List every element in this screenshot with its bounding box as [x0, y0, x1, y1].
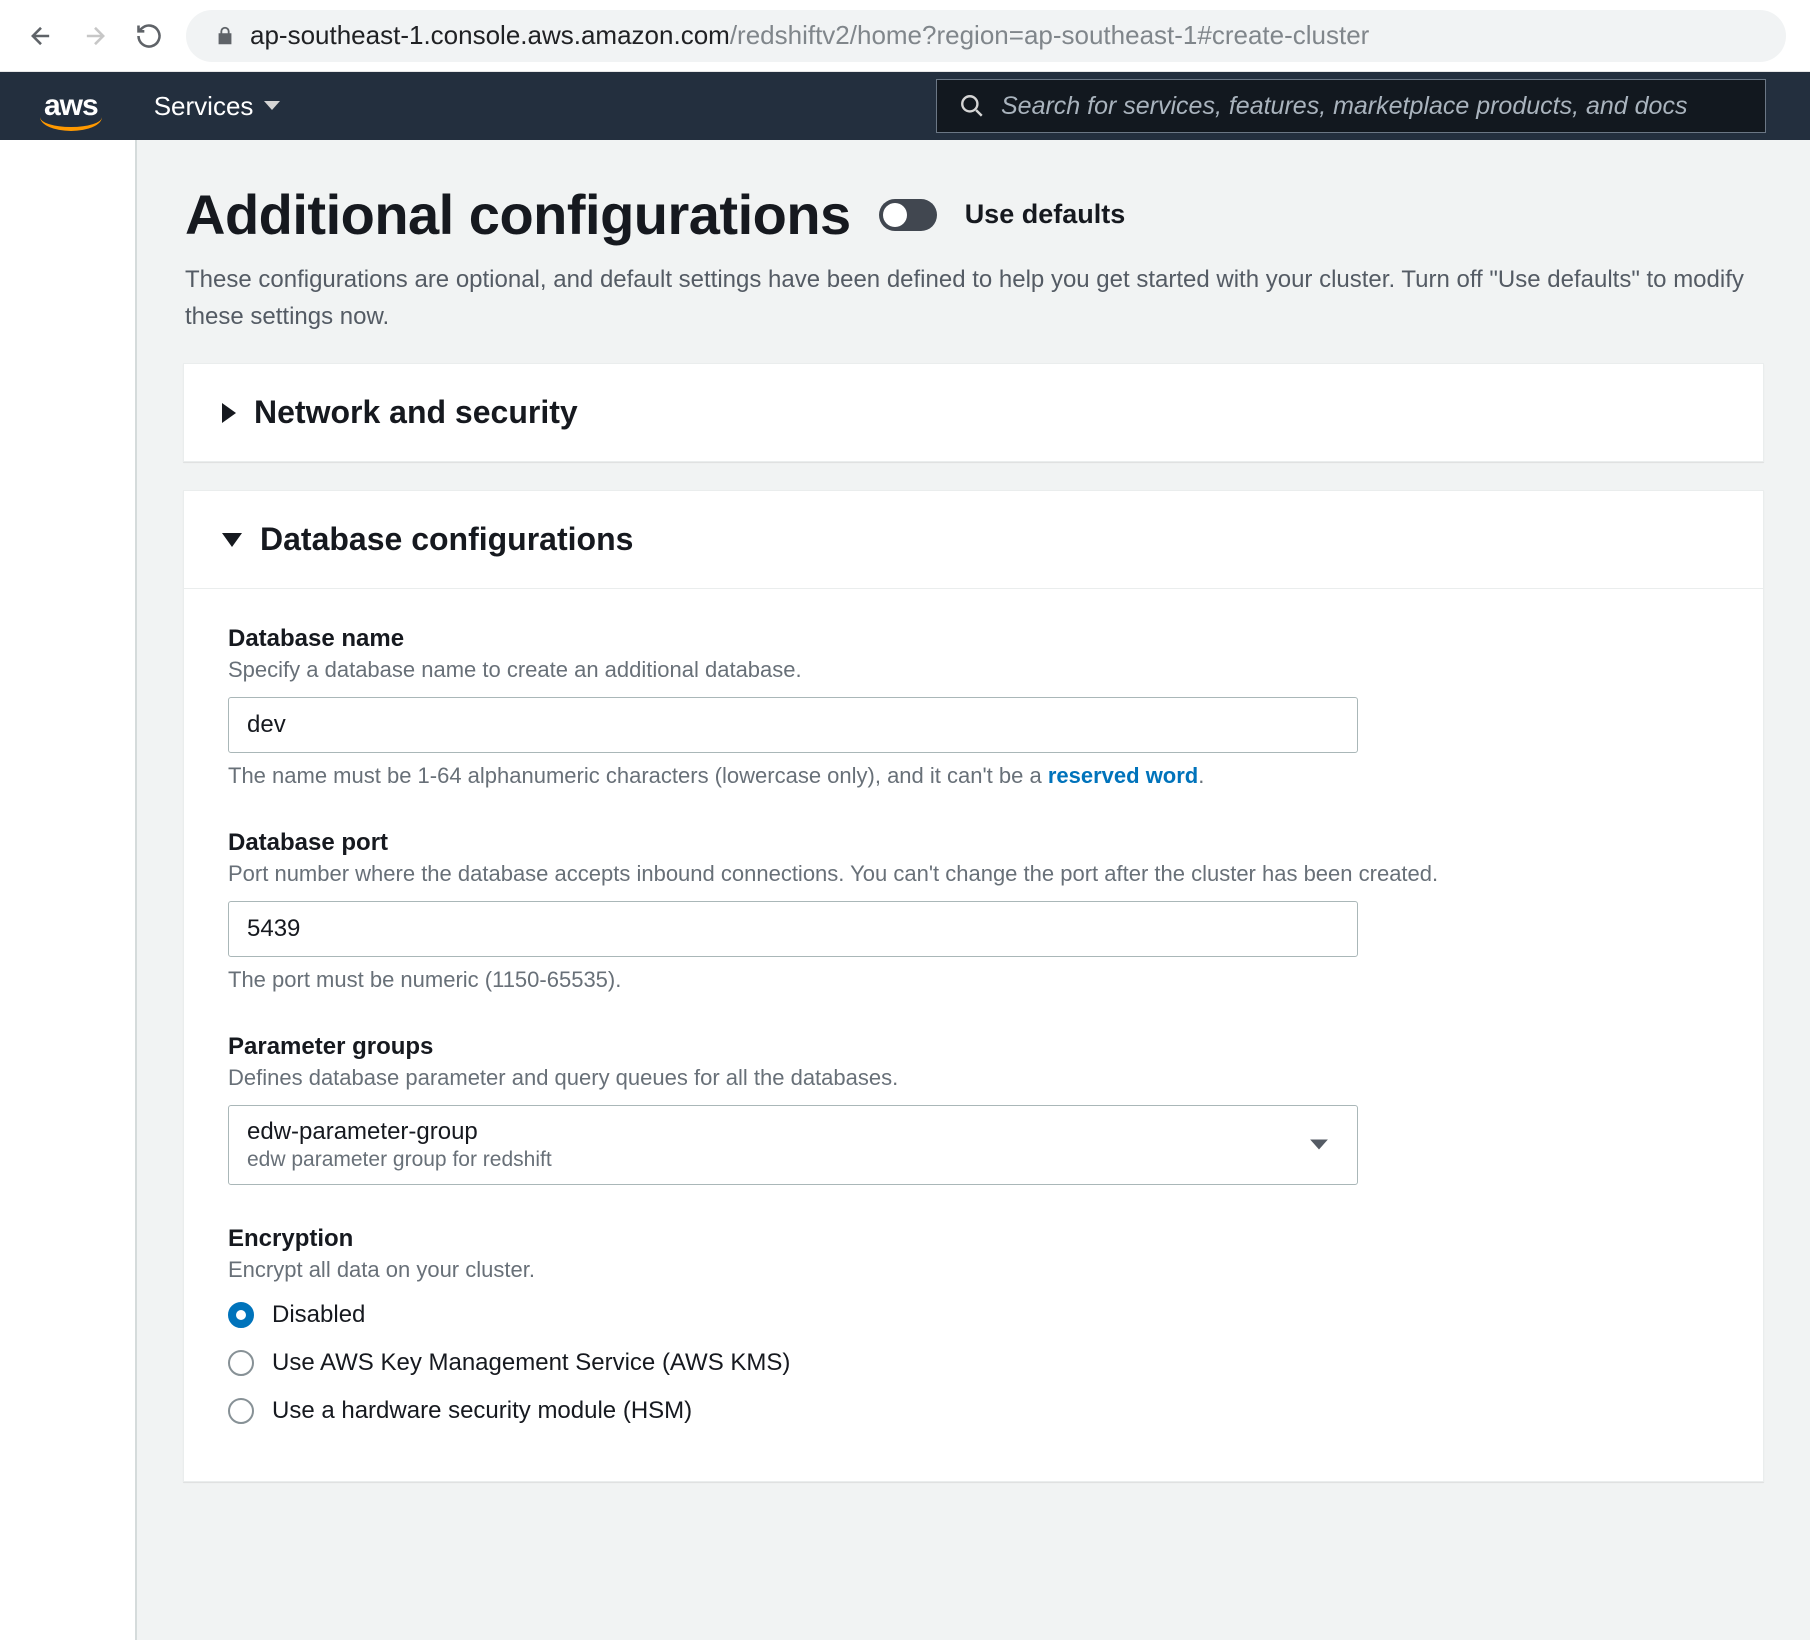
aws-top-nav: aws Services — [0, 72, 1810, 140]
aws-logo[interactable]: aws — [44, 91, 98, 121]
parameter-groups-selected: edw-parameter-group — [247, 1118, 552, 1146]
parameter-groups-hint: Defines database parameter and query que… — [228, 1065, 1719, 1091]
services-menu-button[interactable]: Services — [154, 91, 282, 122]
arrow-right-icon — [81, 22, 109, 50]
encryption-hint: Encrypt all data on your cluster. — [228, 1257, 1719, 1283]
use-defaults-label: Use defaults — [965, 199, 1126, 230]
encryption-option[interactable]: Use AWS Key Management Service (AWS KMS) — [228, 1349, 1719, 1377]
page-body: Additional configurations Use defaults T… — [0, 140, 1810, 1640]
encryption-label: Encryption — [228, 1225, 1719, 1253]
global-search-input[interactable] — [1001, 92, 1743, 121]
chevron-down-icon — [1309, 1138, 1329, 1152]
help-text: The name must be 1-64 alphanumeric chara… — [228, 763, 1048, 788]
section-description: These configurations are optional, and d… — [185, 261, 1745, 335]
page-title: Additional configurations — [185, 182, 851, 247]
chevron-down-icon — [263, 100, 281, 112]
radio-icon — [228, 1398, 254, 1424]
database-name-field: Database name Specify a database name to… — [228, 625, 1719, 789]
network-security-panel: Network and security — [183, 363, 1764, 462]
browser-reload-button[interactable] — [132, 19, 166, 53]
left-gutter — [0, 140, 137, 1640]
lock-icon — [214, 25, 236, 47]
url-host: ap-southeast-1.console.aws.amazon.com — [250, 20, 730, 50]
global-search[interactable] — [936, 79, 1766, 133]
section-header: Additional configurations Use defaults T… — [137, 182, 1810, 335]
browser-toolbar: ap-southeast-1.console.aws.amazon.com/re… — [0, 0, 1810, 72]
parameter-groups-field: Parameter groups Defines database parame… — [228, 1033, 1719, 1185]
encryption-option-label: Disabled — [272, 1301, 365, 1329]
database-port-help: The port must be numeric (1150-65535). — [228, 967, 1719, 993]
parameter-groups-selected-desc: edw parameter group for redshift — [247, 1148, 552, 1172]
parameter-groups-select[interactable]: edw-parameter-group edw parameter group … — [228, 1105, 1358, 1185]
help-text-post: . — [1198, 763, 1204, 788]
url-text: ap-southeast-1.console.aws.amazon.com/re… — [250, 20, 1369, 51]
caret-down-icon — [222, 533, 242, 547]
encryption-option[interactable]: Use a hardware security module (HSM) — [228, 1397, 1719, 1425]
encryption-option-label: Use AWS Key Management Service (AWS KMS) — [272, 1349, 790, 1377]
database-config-title: Database configurations — [260, 521, 633, 558]
database-name-hint: Specify a database name to create an add… — [228, 657, 1719, 683]
reserved-word-link[interactable]: reserved word — [1048, 763, 1198, 788]
parameter-groups-label: Parameter groups — [228, 1033, 1719, 1061]
caret-right-icon — [222, 403, 236, 423]
database-port-label: Database port — [228, 829, 1719, 857]
radio-icon — [228, 1302, 254, 1328]
browser-url-bar[interactable]: ap-southeast-1.console.aws.amazon.com/re… — [186, 10, 1786, 62]
browser-forward-button[interactable] — [78, 19, 112, 53]
network-security-title: Network and security — [254, 394, 578, 431]
database-config-header[interactable]: Database configurations — [184, 491, 1763, 588]
network-security-header[interactable]: Network and security — [184, 364, 1763, 461]
database-name-help: The name must be 1-64 alphanumeric chara… — [228, 763, 1719, 789]
database-port-field: Database port Port number where the data… — [228, 829, 1719, 993]
encryption-option[interactable]: Disabled — [228, 1301, 1719, 1329]
radio-icon — [228, 1350, 254, 1376]
database-port-input[interactable] — [228, 901, 1358, 957]
arrow-left-icon — [27, 22, 55, 50]
database-port-hint: Port number where the database accepts i… — [228, 861, 1719, 887]
url-path: /redshiftv2/home?region=ap-southeast-1#c… — [730, 20, 1370, 50]
main-content: Additional configurations Use defaults T… — [137, 140, 1810, 1640]
database-config-panel: Database configurations Database name Sp… — [183, 490, 1764, 1482]
browser-back-button[interactable] — [24, 19, 58, 53]
reload-icon — [135, 22, 163, 50]
encryption-option-label: Use a hardware security module (HSM) — [272, 1397, 692, 1425]
search-icon — [959, 93, 985, 119]
use-defaults-toggle[interactable] — [879, 199, 937, 231]
encryption-field: Encryption Encrypt all data on your clus… — [228, 1225, 1719, 1425]
database-name-label: Database name — [228, 625, 1719, 653]
encryption-radio-group: Disabled Use AWS Key Management Service (… — [228, 1301, 1719, 1425]
database-name-input[interactable] — [228, 697, 1358, 753]
services-label: Services — [154, 91, 254, 122]
database-config-body: Database name Specify a database name to… — [184, 588, 1763, 1481]
